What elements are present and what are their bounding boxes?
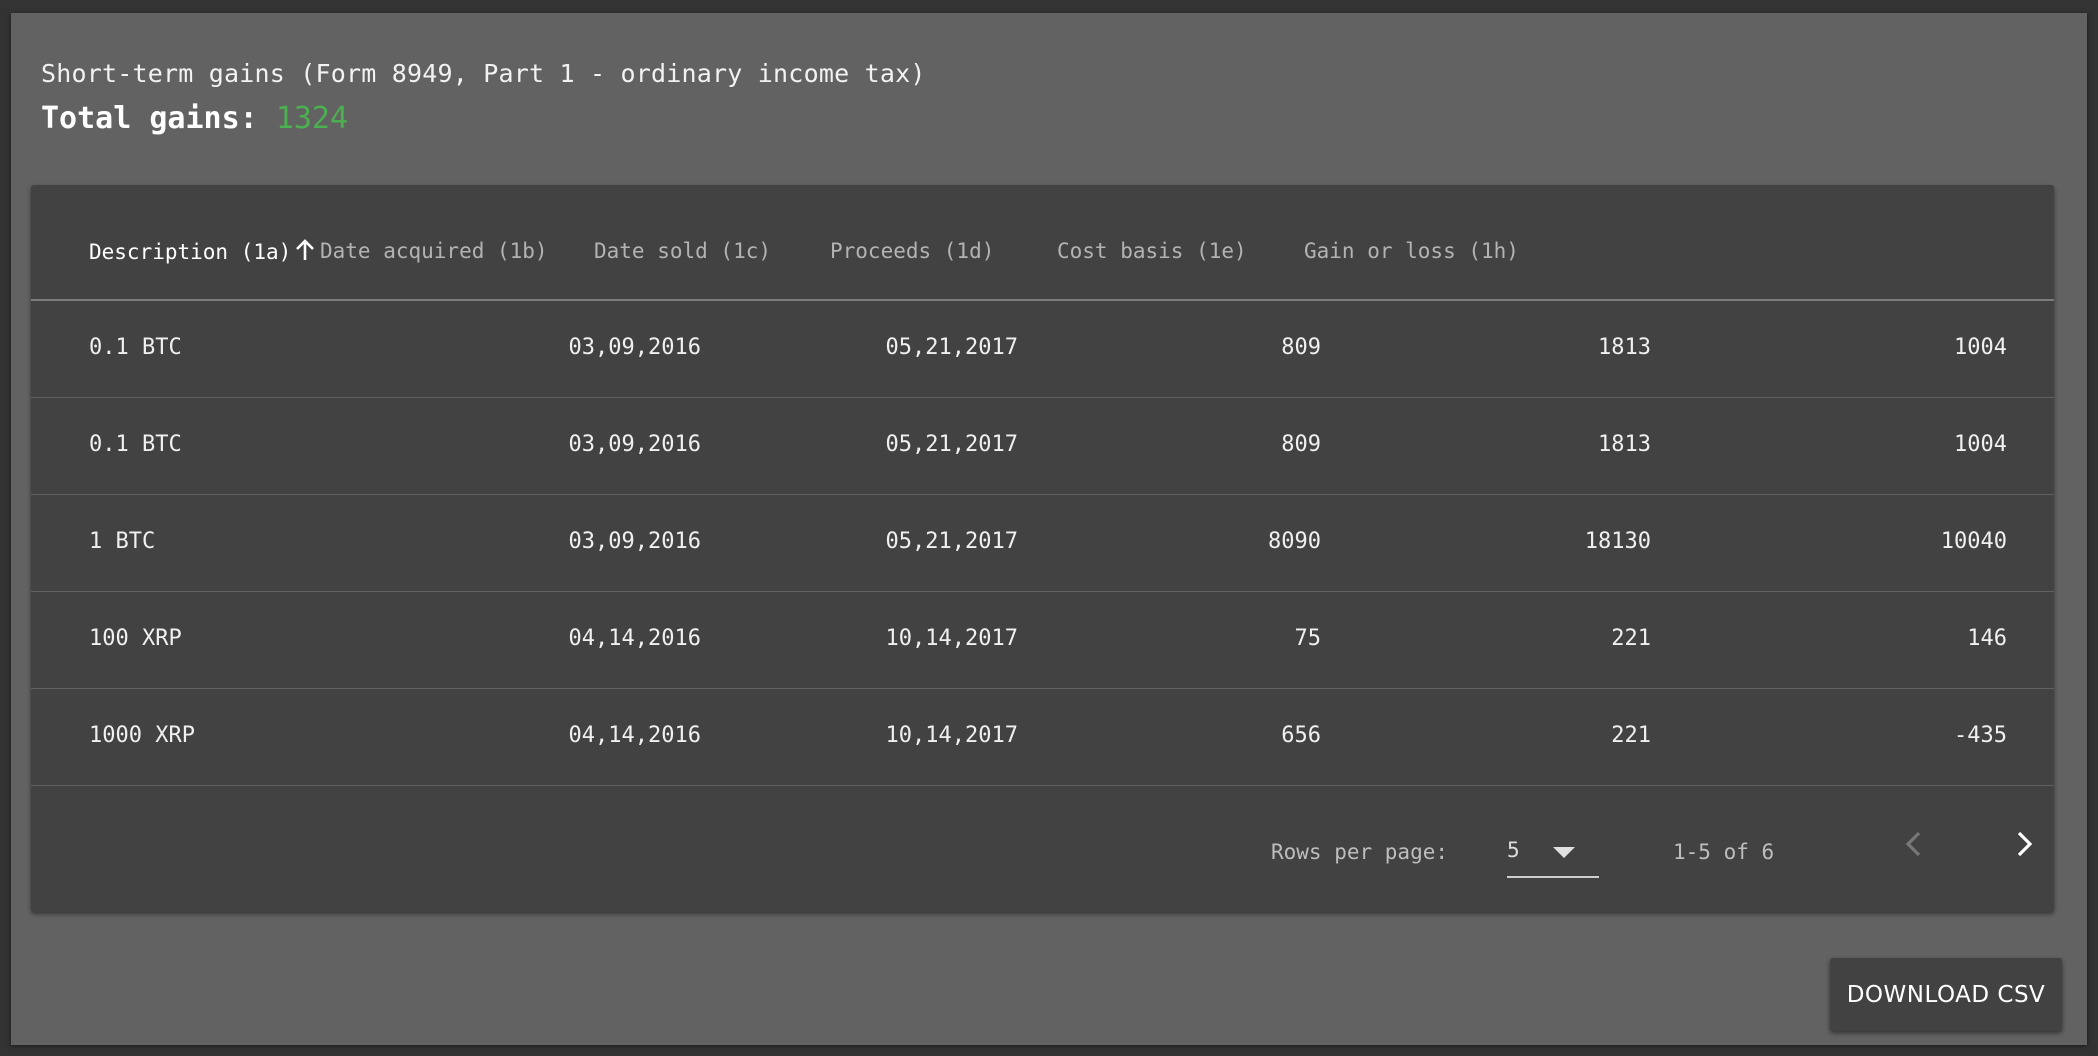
cell-cost-basis: 1813 — [1598, 432, 1651, 457]
previous-page-button[interactable] — [1889, 822, 1937, 870]
cell-date-acquired: 03,09,2016 — [568, 335, 701, 360]
caret-down-icon — [1553, 847, 1575, 858]
table-row[interactable]: 1000 XRP 04,14,2016 10,14,2017 656 221 -… — [31, 689, 2054, 786]
cell-proceeds: 75 — [1294, 626, 1322, 651]
table-row[interactable]: 0.1 BTC 03,09,2016 05,21,2017 809 1813 1… — [31, 301, 2054, 398]
table-header: Description (1a) Date acquired (1b) Date… — [31, 185, 2054, 301]
cell-description: 0.1 BTC — [89, 335, 182, 360]
column-header-gain-or-loss[interactable]: Gain or loss (1h) — [1304, 239, 1519, 263]
rows-per-page-label: Rows per page: — [1271, 840, 1449, 864]
cell-date-acquired: 04,14,2016 — [568, 626, 701, 651]
table-row[interactable]: 100 XRP 04,14,2016 10,14,2017 75 221 146 — [31, 592, 2054, 689]
next-page-button[interactable] — [2001, 822, 2049, 870]
arrow-up-icon — [295, 239, 315, 266]
chevron-left-icon — [1904, 831, 1922, 861]
cell-cost-basis: 18130 — [1584, 529, 1651, 554]
table-row[interactable]: 0.1 BTC 03,09,2016 05,21,2017 809 1813 1… — [31, 398, 2054, 495]
cell-proceeds: 809 — [1281, 432, 1321, 457]
cell-gain-or-loss: 146 — [1967, 626, 2007, 651]
download-csv-button[interactable]: DOWNLOAD CSV — [1830, 958, 2062, 1031]
cell-cost-basis: 221 — [1611, 723, 1651, 748]
cell-date-acquired: 03,09,2016 — [568, 529, 701, 554]
cell-description: 1 BTC — [89, 529, 156, 554]
table-pagination: Rows per page: 5 1-5 of 6 — [31, 788, 2054, 912]
rows-per-page-value: 5 — [1507, 838, 1520, 862]
pagination-range: 1-5 of 6 — [1673, 840, 1775, 864]
cell-cost-basis: 1813 — [1598, 335, 1651, 360]
cell-description: 1000 XRP — [89, 723, 195, 748]
column-header-proceeds[interactable]: Proceeds (1d) — [830, 239, 994, 263]
cell-cost-basis: 221 — [1611, 626, 1651, 651]
column-header-date-acquired[interactable]: Date acquired (1b) — [320, 239, 548, 263]
cell-gain-or-loss: 1004 — [1954, 432, 2007, 457]
cell-date-sold: 05,21,2017 — [885, 335, 1018, 360]
column-header-description[interactable]: Description (1a) — [89, 239, 315, 266]
total-gains: Total gains: 1324 — [41, 101, 348, 136]
cell-gain-or-loss: 1004 — [1954, 335, 2007, 360]
cell-proceeds: 809 — [1281, 335, 1321, 360]
cell-proceeds: 8090 — [1268, 529, 1321, 554]
cell-date-sold: 10,14,2017 — [885, 626, 1018, 651]
column-header-date-sold[interactable]: Date sold (1c) — [594, 239, 771, 263]
total-gains-value: 1324 — [275, 101, 349, 136]
cell-date-acquired: 04,14,2016 — [568, 723, 701, 748]
cell-proceeds: 656 — [1281, 723, 1321, 748]
cell-date-sold: 10,14,2017 — [885, 723, 1018, 748]
cell-date-acquired: 03,09,2016 — [568, 432, 701, 457]
table-row[interactable]: 1 BTC 03,09,2016 05,21,2017 8090 18130 1… — [31, 495, 2054, 592]
chevron-right-icon — [2016, 831, 2034, 861]
cell-description: 0.1 BTC — [89, 432, 182, 457]
rows-per-page-select[interactable]: 5 — [1507, 828, 1599, 878]
total-gains-label: Total gains: — [41, 101, 258, 136]
cell-description: 100 XRP — [89, 626, 182, 651]
cell-gain-or-loss: 10040 — [1940, 529, 2007, 554]
cell-date-sold: 05,21,2017 — [885, 529, 1018, 554]
gains-table: Description (1a) Date acquired (1b) Date… — [31, 185, 2054, 912]
cell-date-sold: 05,21,2017 — [885, 432, 1018, 457]
section-heading: Short-term gains (Form 8949, Part 1 - or… — [41, 59, 926, 88]
cell-gain-or-loss: -435 — [1954, 723, 2007, 748]
column-header-cost-basis[interactable]: Cost basis (1e) — [1057, 239, 1247, 263]
